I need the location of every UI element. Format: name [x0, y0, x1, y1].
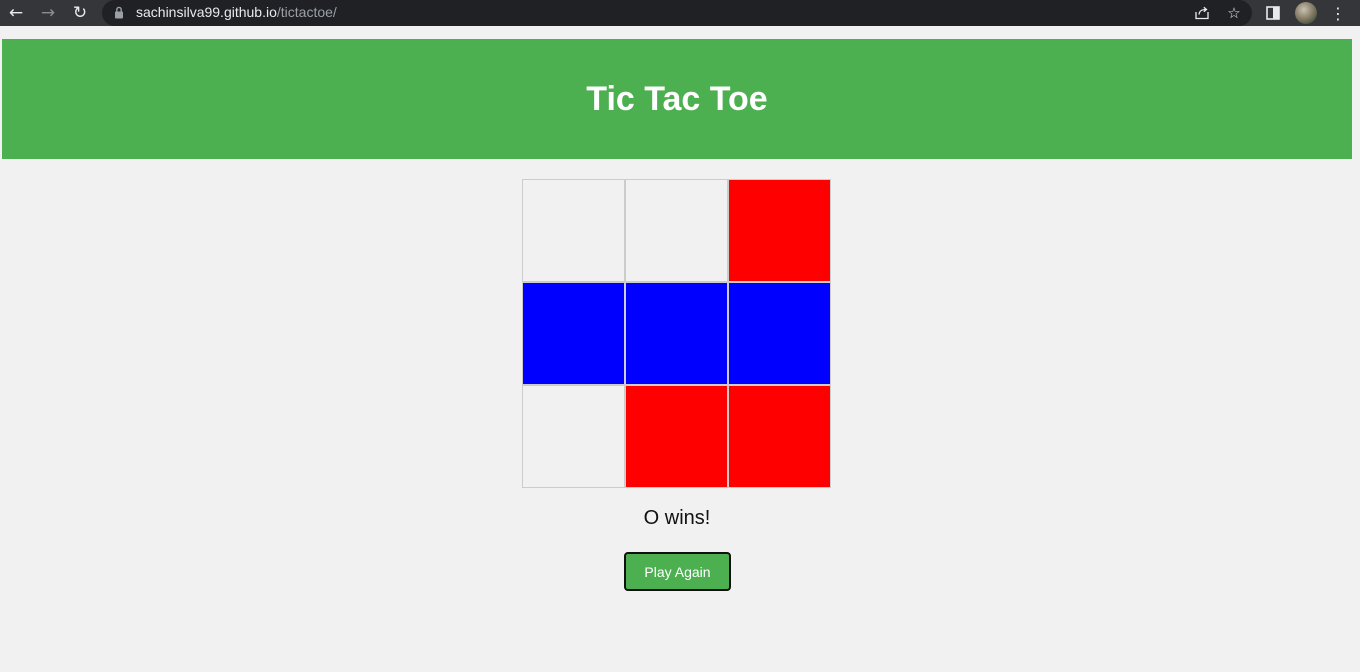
more-menu-icon[interactable]: ⋮ — [1325, 0, 1351, 26]
url-path: /tictactoe/ — [276, 4, 337, 20]
bookmark-star-icon[interactable]: ☆ — [1221, 0, 1247, 26]
game-result-message: O wins! — [643, 507, 711, 529]
board-cell[interactable] — [625, 179, 728, 282]
board-cell[interactable] — [625, 282, 728, 385]
board-cell[interactable] — [522, 179, 625, 282]
lock-icon — [115, 6, 123, 19]
board-cell[interactable] — [728, 385, 831, 488]
profile-avatar[interactable] — [1295, 2, 1317, 24]
share-icon[interactable] — [1189, 0, 1215, 26]
board-cell[interactable] — [728, 179, 831, 282]
page-title: Tic Tac Toe — [586, 79, 768, 118]
board-cell[interactable] — [625, 385, 728, 488]
board-cell[interactable] — [522, 385, 625, 488]
url-text: sachinsilva99.github.io/tictactoe/ — [136, 0, 337, 25]
url-host: sachinsilva99.github.io — [136, 4, 277, 20]
reload-icon[interactable]: ↻ — [66, 0, 94, 26]
page-header: Tic Tac Toe — [2, 39, 1352, 159]
play-again-button[interactable]: Play Again — [624, 552, 731, 591]
address-bar[interactable]: sachinsilva99.github.io/tictactoe/ ☆ — [102, 0, 1252, 26]
board-cell[interactable] — [728, 282, 831, 385]
board-cell[interactable] — [522, 282, 625, 385]
browser-toolbar: ← → ↻ sachinsilva99.github.io/tictactoe/… — [0, 0, 1360, 26]
back-icon[interactable]: ← — [2, 0, 30, 26]
forward-icon[interactable]: → — [34, 0, 62, 26]
game-board — [522, 179, 831, 488]
side-panel-icon[interactable] — [1260, 0, 1286, 26]
